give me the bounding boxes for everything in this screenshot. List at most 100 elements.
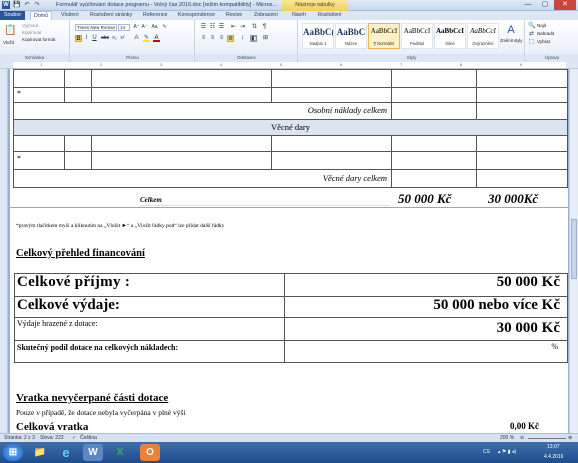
paste-icon[interactable]: 📋	[4, 25, 16, 37]
bold-icon[interactable]: B	[75, 35, 82, 42]
scrollbar-thumb[interactable]	[571, 219, 577, 279]
tab-home[interactable]: Domů	[30, 11, 53, 20]
word-app-icon[interactable]: W	[2, 1, 10, 9]
select-button[interactable]: Vybrat	[537, 39, 550, 45]
table-cell[interactable]	[91, 151, 272, 170]
align-right-icon[interactable]: ≡	[218, 35, 225, 42]
text-effects-icon[interactable]: A	[133, 35, 140, 42]
change-styles-icon[interactable]: A	[502, 24, 520, 36]
zoom-slider[interactable]	[528, 438, 566, 439]
tab-layout[interactable]: Rozložení	[318, 11, 342, 20]
excel-icon[interactable]: X	[110, 444, 130, 461]
outlook-icon[interactable]: O	[140, 444, 160, 461]
subscript-icon[interactable]: x₂	[111, 35, 118, 42]
line-spacing-icon[interactable]: ↕	[239, 35, 246, 42]
table-cell[interactable]	[476, 135, 568, 152]
table-cell[interactable]	[91, 87, 272, 103]
minimize-button[interactable]: —	[520, 0, 536, 10]
close-button[interactable]: ✕	[554, 0, 576, 10]
tab-page-layout[interactable]: Rozložení stránky	[90, 11, 132, 20]
cut-button[interactable]: Vyjmout	[22, 23, 38, 29]
table-cell[interactable]	[476, 102, 568, 120]
tab-insert[interactable]: Vložení	[61, 11, 79, 20]
table-cell[interactable]	[64, 135, 92, 152]
underline-icon[interactable]: U	[91, 35, 98, 42]
change-case-icon[interactable]: Aa	[151, 24, 158, 31]
justify-icon[interactable]: ≣	[227, 35, 234, 42]
word-taskbar-icon[interactable]: W	[83, 444, 103, 461]
table-cell[interactable]	[391, 102, 477, 120]
increase-indent-icon[interactable]: ⇥	[239, 24, 246, 31]
find-icon[interactable]: 🔍	[528, 23, 535, 30]
table-cell[interactable]	[271, 151, 392, 170]
table-cell[interactable]	[271, 135, 392, 152]
multilevel-list-icon[interactable]: ☰	[218, 24, 225, 31]
vertical-ruler[interactable]	[0, 69, 8, 433]
table-cell[interactable]	[391, 69, 477, 88]
numbering-icon[interactable]: ☷	[209, 24, 216, 31]
explorer-icon[interactable]: 📁	[30, 444, 50, 461]
superscript-icon[interactable]: x²	[119, 35, 126, 42]
table-cell[interactable]	[476, 87, 568, 103]
table-cell[interactable]	[476, 169, 568, 188]
copy-button[interactable]: Kopírovat	[22, 30, 41, 36]
style-title[interactable]: AaBbC Název	[335, 23, 367, 49]
font-color-icon[interactable]: A	[153, 35, 160, 42]
align-left-icon[interactable]: ≡	[200, 35, 207, 42]
maximize-button[interactable]: ▢	[537, 0, 553, 10]
table-cell[interactable]	[391, 135, 477, 152]
change-styles-button[interactable]: Změnit styly	[500, 38, 522, 44]
sort-icon[interactable]: ⇅	[251, 24, 258, 31]
grow-font-icon[interactable]: A⁺	[133, 24, 140, 31]
table-cell[interactable]	[13, 135, 65, 152]
find-button[interactable]: Najít	[537, 23, 546, 29]
table-cell[interactable]	[476, 151, 568, 170]
tray-icons[interactable]: ▴ ⚑ ▮ ◂)	[498, 442, 516, 463]
style-emphasis[interactable]: AaBbCcI Zvýraznění	[467, 23, 499, 49]
font-name-field[interactable]: Times New Roman	[75, 24, 117, 31]
keyboard-language[interactable]: CS	[483, 442, 490, 463]
table-cell[interactable]	[91, 135, 272, 152]
bullets-icon[interactable]: ☰	[200, 24, 207, 31]
decrease-indent-icon[interactable]: ⇤	[230, 24, 237, 31]
italic-icon[interactable]: I	[83, 35, 90, 42]
browser-icon[interactable]: e	[56, 444, 76, 461]
strikethrough-icon[interactable]: abc	[101, 35, 109, 42]
highlight-icon[interactable]: ✎	[143, 35, 150, 42]
table-cell[interactable]	[391, 169, 477, 188]
vertical-scrollbar[interactable]	[569, 69, 578, 433]
tab-view[interactable]: Zobrazení	[254, 11, 278, 20]
show-marks-icon[interactable]: ¶	[261, 24, 268, 31]
table-cell[interactable]	[64, 69, 92, 88]
tab-design[interactable]: Návrh	[292, 11, 306, 20]
format-painter-button[interactable]: Kopírovat formát	[22, 37, 55, 43]
table-cell[interactable]	[13, 69, 65, 88]
tab-mailings[interactable]: Korespondence	[178, 11, 215, 20]
table-cell[interactable]	[271, 69, 392, 88]
table-cell[interactable]	[476, 69, 568, 88]
replace-button[interactable]: Nahradit	[537, 31, 554, 37]
style-heading-1[interactable]: AaBbC( Nadpis 1	[302, 23, 334, 49]
save-icon[interactable]: 💾	[13, 1, 21, 9]
clock-time[interactable]: 13:07	[547, 442, 560, 453]
table-cell[interactable]	[391, 87, 477, 103]
paste-label[interactable]: Vložit	[3, 40, 14, 46]
undo-icon[interactable]: ↶	[23, 1, 31, 9]
align-center-icon[interactable]: ≡	[209, 35, 216, 42]
tab-references[interactable]: Reference	[143, 11, 167, 20]
shrink-font-icon[interactable]: A⁻	[141, 24, 148, 31]
style-normal[interactable]: AaBbCcI ¶ Normální	[368, 23, 400, 49]
tab-file[interactable]: Soubor	[0, 11, 26, 20]
style-strong[interactable]: AaBbCcI Silné	[434, 23, 466, 49]
start-button[interactable]: ⊞	[3, 444, 23, 461]
table-cell[interactable]	[91, 69, 272, 88]
select-icon[interactable]: ⬚	[528, 39, 535, 46]
table-cell[interactable]	[391, 151, 477, 170]
document-page[interactable]: * Osobní náklady celkem Věcné dary * Věc…	[10, 69, 568, 433]
clear-format-icon[interactable]: ✎	[161, 24, 168, 31]
tab-review[interactable]: Revize	[226, 11, 242, 20]
table-cell[interactable]	[64, 151, 92, 170]
clock-date[interactable]: 4.4.2016	[544, 453, 563, 462]
shading-icon[interactable]: ◧	[250, 35, 257, 42]
table-cell[interactable]	[64, 87, 92, 103]
